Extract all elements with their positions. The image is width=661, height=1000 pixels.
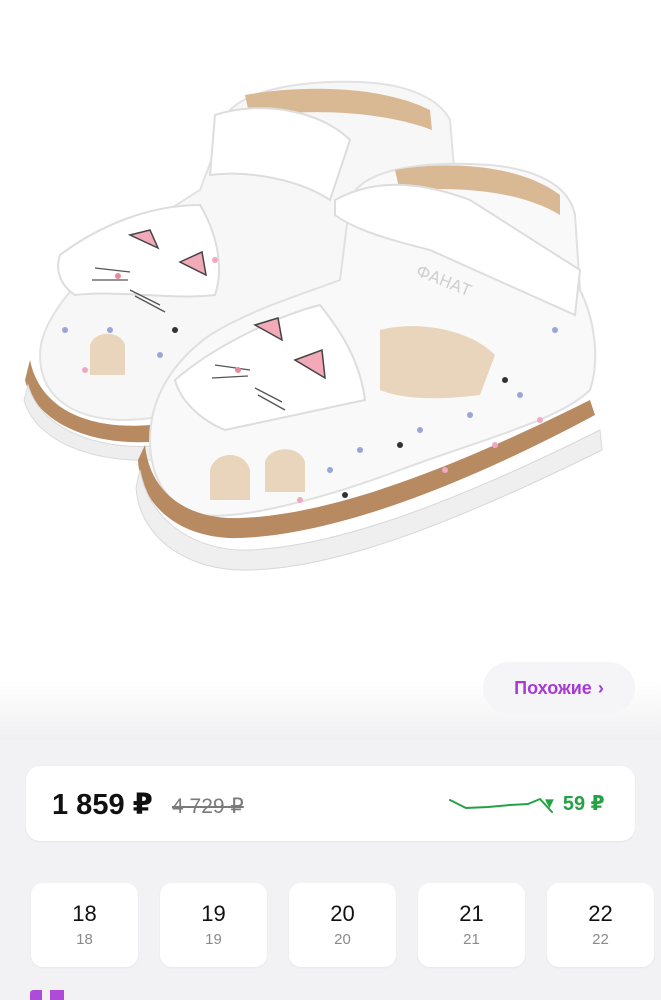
size-option-20[interactable]: 20 20 [289, 883, 396, 967]
sandal-product-image: ФАНАТ [23, 80, 603, 571]
similar-label: Похожие [514, 677, 592, 698]
size-sublabel: 20 [334, 931, 351, 948]
size-option-19[interactable]: 19 19 [160, 883, 267, 967]
size-label: 18 [72, 901, 97, 926]
size-label: 20 [330, 901, 355, 926]
size-option-21[interactable]: 21 21 [418, 883, 525, 967]
similar-products-button[interactable]: Похожие › [483, 662, 635, 714]
price-card[interactable]: 1 859 ₽ 4 729 ₽ ▼ 59 ₽ [26, 766, 635, 841]
current-price: 1 859 ₽ [52, 789, 153, 821]
cut-off-heading-fragment [30, 990, 120, 1000]
size-label: 22 [588, 901, 613, 926]
size-selector: 18 18 19 19 20 20 21 21 22 22 [31, 883, 654, 967]
product-photo[interactable]: ФАНАТ Похожие › [0, 0, 661, 740]
price-trend-sparkline-icon [449, 798, 553, 813]
price-drop-amount: 59 ₽ [562, 793, 605, 815]
size-option-22[interactable]: 22 22 [547, 883, 654, 967]
down-arrow-icon: ▼ [542, 795, 557, 812]
size-label: 19 [201, 901, 226, 926]
size-sublabel: 18 [76, 931, 93, 948]
size-option-18[interactable]: 18 18 [31, 883, 138, 967]
old-price: 4 729 ₽ [172, 795, 244, 818]
size-label: 21 [459, 901, 484, 926]
size-sublabel: 21 [463, 931, 480, 948]
chevron-right-icon: › [597, 677, 604, 698]
size-sublabel: 19 [205, 931, 222, 948]
size-sublabel: 22 [592, 931, 609, 948]
price-drop-badge: ▼ 59 ₽ [542, 791, 605, 816]
